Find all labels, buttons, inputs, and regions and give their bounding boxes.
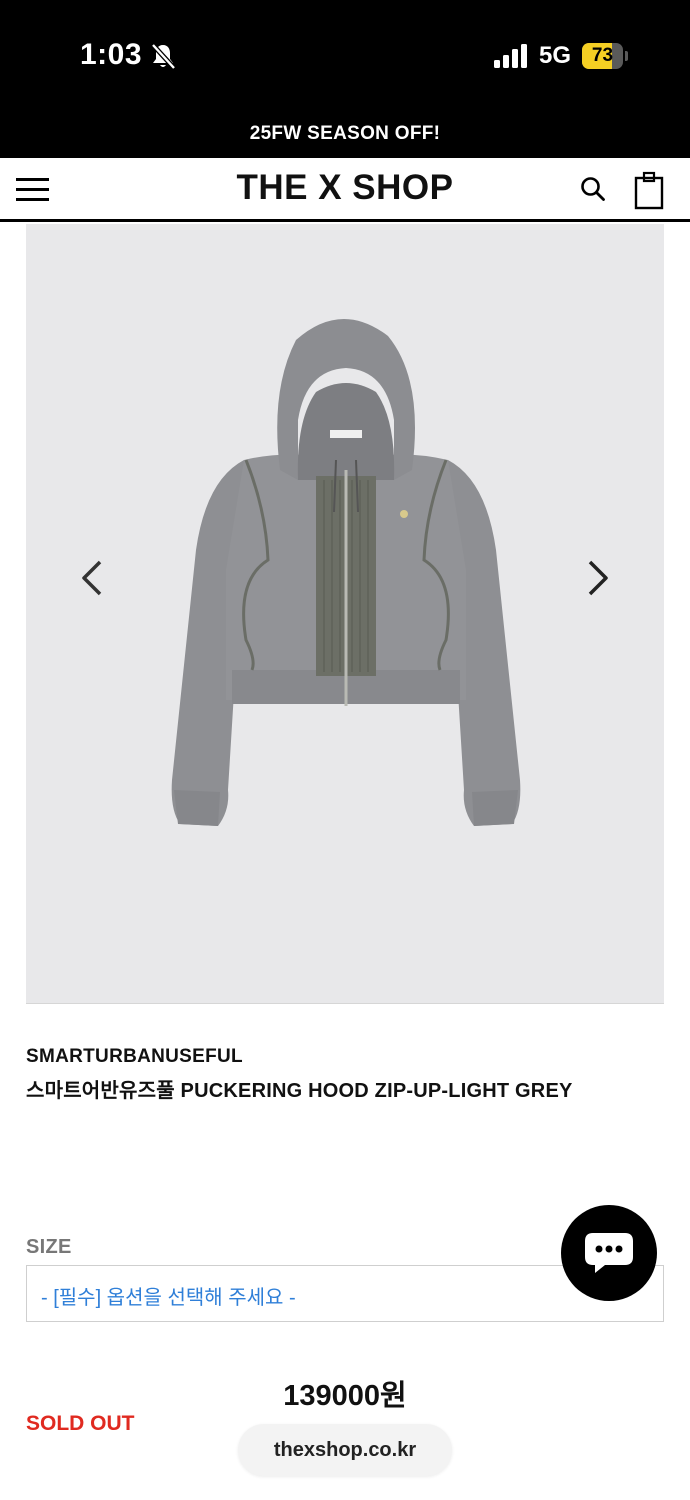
chevron-left-icon[interactable] [76,558,108,598]
status-time: 1:03 [80,38,143,71]
size-select-placeholder: - [필수] 옵션을 선택해 주세요 - [41,1287,296,1309]
network-label: 5G [539,42,572,69]
product-image [171,318,521,826]
product-gallery[interactable] [26,224,664,1004]
sold-out-label: SOLD OUT [26,1412,135,1435]
browser-url-bar[interactable]: thexshop.co.kr [238,1424,452,1476]
battery-level: 73 [591,45,614,66]
product-title: 스마트어반유즈풀 PUCKERING HOOD ZIP-UP-LIGHT GRE… [26,1080,573,1102]
product-price: 139000원 [283,1380,407,1412]
bell-slash-icon [151,43,176,70]
brand-name[interactable]: SMARTURBANUSEFUL [26,1046,243,1068]
chat-button[interactable] [561,1205,657,1301]
menu-icon[interactable] [16,176,50,202]
chevron-right-icon[interactable] [582,558,614,598]
size-label: SIZE [26,1236,72,1258]
promo-banner[interactable]: 25FW SEASON OFF! [0,112,690,158]
search-icon[interactable] [580,176,606,202]
shopping-bag-icon[interactable] [634,170,664,210]
status-bar: 1:03 5G 73 [0,0,690,112]
site-header: THE X SHOP [0,158,690,222]
battery-icon: 73 [582,43,628,69]
cellular-signal-icon [494,44,527,68]
chat-bubble-icon [585,1233,633,1273]
